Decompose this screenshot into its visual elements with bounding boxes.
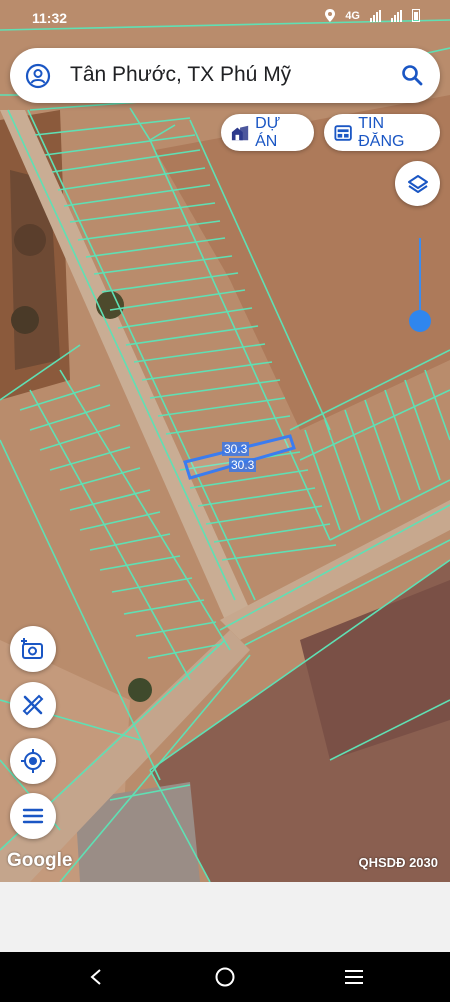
tin-dang-label: TIN ĐĂNG [358,114,405,150]
add-photo-icon [21,638,43,659]
ruler-pencil-icon [22,694,44,716]
status-icons: 4G [325,9,420,22]
add-photo-button[interactable] [10,626,56,672]
location-icon [325,9,336,22]
tin-dang-button[interactable]: TIN ĐĂNG [324,114,440,151]
battery-icon [412,9,420,22]
network-type: 4G [345,9,360,22]
search-icon[interactable] [400,63,424,87]
signal-icon-2 [391,9,402,22]
system-nav-bar [0,952,450,1002]
layers-button[interactable] [395,161,440,206]
back-icon [90,969,101,985]
recents-button[interactable] [342,965,366,989]
home-button[interactable] [213,965,237,989]
du-an-label: DỰ ÁN [255,114,281,150]
recents-icon [345,970,363,984]
home-icon [215,967,235,987]
status-bar: 11:32 4G [0,0,450,36]
back-button[interactable] [84,965,108,989]
search-query[interactable]: Tân Phước, TX Phú Mỹ [70,63,291,87]
bottom-panel [0,882,450,952]
status-time: 11:32 [32,10,68,26]
my-location-button[interactable] [10,738,56,784]
my-location-icon [21,749,45,773]
menu-button[interactable] [10,793,56,839]
layers-icon [407,174,428,193]
google-logo: Google [7,850,73,871]
du-an-button[interactable]: DỰ ÁN [221,114,314,151]
opacity-slider-thumb[interactable] [409,310,431,332]
map-layer-label: QHSDĐ 2030 [358,855,438,870]
menu-icon [22,808,44,824]
signal-icon [370,9,381,22]
search-bar[interactable]: Tân Phước, TX Phú Mỹ [10,48,440,103]
parcel-width-label-top: 30.3 [222,442,250,456]
building-icon [231,125,249,140]
opacity-slider-track[interactable] [419,238,421,320]
parcel-width-label-bottom: 30.3 [229,458,257,472]
measure-button[interactable] [10,682,56,728]
account-icon[interactable] [25,63,51,89]
listing-icon [334,124,352,141]
